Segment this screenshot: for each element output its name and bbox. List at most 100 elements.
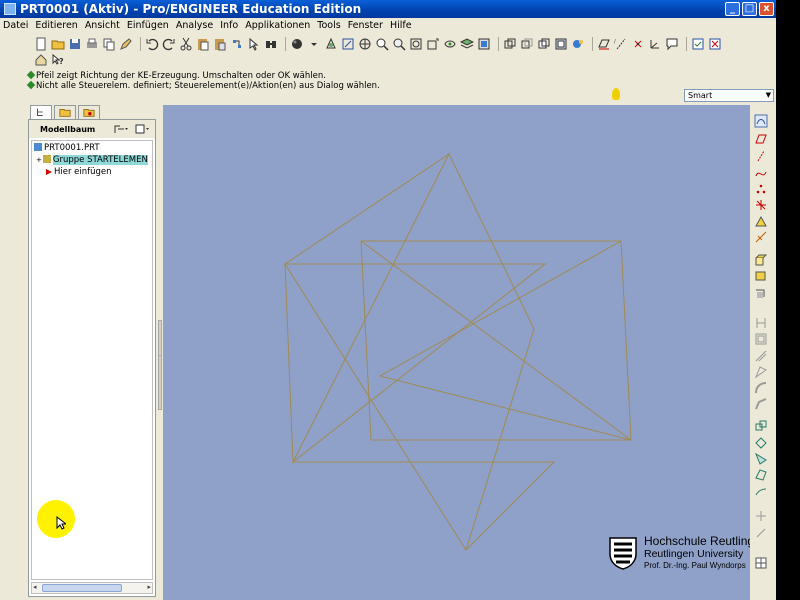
revolve-icon[interactable] <box>754 268 768 282</box>
datum-curve-icon[interactable] <box>754 229 768 243</box>
print-icon[interactable] <box>85 37 99 51</box>
scroll-left-icon[interactable]: ◂ <box>33 583 37 591</box>
close-window-icon[interactable] <box>708 37 722 51</box>
reorient-icon[interactable] <box>426 37 440 51</box>
spin-icon[interactable] <box>324 37 338 51</box>
shell-icon[interactable] <box>754 331 768 345</box>
zoom-window-icon[interactable] <box>341 37 355 51</box>
scroll-right-icon[interactable]: ▸ <box>147 583 151 591</box>
tab-model-tree[interactable] <box>30 105 52 120</box>
round-icon[interactable] <box>754 380 768 394</box>
sweep-icon[interactable] <box>754 285 768 299</box>
select-icon[interactable] <box>247 37 261 51</box>
triangle-up-sketch[interactable] <box>284 152 451 464</box>
tree-item-group[interactable]: + Gruppe STARTELEMEN <box>36 154 148 166</box>
menu-tools[interactable]: Tools <box>314 20 344 31</box>
house-icon[interactable] <box>34 53 48 67</box>
extrude-icon[interactable] <box>754 252 768 266</box>
grid-icon[interactable] <box>754 555 768 569</box>
expand-plus-icon[interactable]: + <box>36 156 42 164</box>
tree-show-icon[interactable] <box>135 123 151 135</box>
find-icon[interactable] <box>264 37 278 51</box>
merge-icon[interactable] <box>754 435 768 449</box>
paste-icon[interactable] <box>196 37 210 51</box>
paste-special-icon[interactable] <box>213 37 227 51</box>
tree-item-insert-here[interactable]: Hier einfügen <box>46 166 112 178</box>
menu-datei[interactable]: Datei <box>0 20 32 31</box>
sketch-triangle-b[interactable] <box>285 263 556 551</box>
menu-info[interactable]: Info <box>217 20 242 31</box>
menu-ansicht[interactable]: Ansicht <box>82 20 124 31</box>
tab-folder-browser[interactable] <box>54 105 76 120</box>
zoom-in-icon[interactable] <box>375 37 389 51</box>
wireframe-icon[interactable] <box>503 37 517 51</box>
chamfer-icon[interactable] <box>754 396 768 410</box>
sketch-icon[interactable] <box>754 113 768 128</box>
shading-icon[interactable] <box>290 37 304 51</box>
view-icon[interactable] <box>443 37 457 51</box>
layers-icon[interactable] <box>460 37 474 51</box>
title-bar[interactable]: PRT0001 (Aktiv) - Pro/ENGINEER Education… <box>0 0 776 18</box>
hidden-line-icon[interactable] <box>520 37 534 51</box>
help-context-icon[interactable]: ? <box>51 53 65 67</box>
annotation-icon[interactable] <box>665 37 679 51</box>
graphics-area[interactable]: Hochschule Reutlingen Reutlingen Univers… <box>163 105 767 600</box>
menu-applikationen[interactable]: Applikationen <box>242 20 314 31</box>
curve-icon[interactable] <box>754 165 768 179</box>
trim-icon[interactable] <box>754 451 768 465</box>
redo-icon[interactable] <box>162 37 176 51</box>
dropdown-arrow-icon[interactable]: ▼ <box>766 90 771 101</box>
point-icon[interactable] <box>754 181 768 195</box>
datum-point-icon[interactable] <box>631 37 645 51</box>
no-hidden-icon[interactable] <box>537 37 551 51</box>
window-activate-icon[interactable] <box>691 37 705 51</box>
dropdown-icon[interactable] <box>307 37 321 51</box>
shaded-icon[interactable] <box>554 37 568 51</box>
tree-item-part[interactable]: PRT0001.PRT <box>34 142 100 154</box>
menu-einfuegen[interactable]: Einfügen <box>124 20 173 31</box>
pattern-icon[interactable] <box>754 508 768 522</box>
minimize-button[interactable]: _ <box>725 2 740 16</box>
close-button[interactable]: x <box>759 2 774 16</box>
copy-icon[interactable] <box>102 37 116 51</box>
menu-editieren[interactable]: Editieren <box>32 20 81 31</box>
save-icon[interactable] <box>68 37 82 51</box>
lightbulb-icon[interactable] <box>612 88 620 100</box>
menu-hilfe[interactable]: Hilfe <box>387 20 416 31</box>
tree-settings-icon[interactable] <box>113 123 129 135</box>
new-icon[interactable] <box>34 37 48 51</box>
open-icon[interactable] <box>51 37 65 51</box>
sketch-triangle-d[interactable] <box>360 240 632 441</box>
selection-filter-dropdown[interactable]: Smart ▼ <box>684 89 774 102</box>
rib-icon[interactable] <box>754 348 768 362</box>
csys-icon[interactable] <box>754 197 768 211</box>
sketch-triangle-a[interactable] <box>284 153 535 552</box>
refit-icon[interactable] <box>409 37 423 51</box>
axis-icon[interactable] <box>754 148 768 162</box>
draft-icon[interactable] <box>754 364 768 379</box>
mirror-icon[interactable] <box>754 418 768 432</box>
tree-horizontal-scrollbar[interactable]: ◂ ▸ <box>31 582 153 594</box>
undo-icon[interactable] <box>145 37 159 51</box>
tab-favorites[interactable] <box>78 105 100 120</box>
zoom-out-icon[interactable] <box>392 37 406 51</box>
datum-plane-icon[interactable] <box>597 37 611 51</box>
cut-icon[interactable] <box>179 37 193 51</box>
model-display-icon[interactable] <box>477 37 491 51</box>
csys-icon[interactable] <box>648 37 662 51</box>
edit-icon[interactable] <box>119 37 133 51</box>
hole-icon[interactable] <box>754 315 768 329</box>
analysis-icon[interactable] <box>754 213 768 227</box>
splitter-grip[interactable] <box>158 355 162 410</box>
panel-splitter[interactable] <box>156 105 163 600</box>
maximize-button[interactable]: □ <box>742 2 757 16</box>
offset-icon[interactable] <box>754 467 768 481</box>
regenerate-icon[interactable] <box>230 37 244 51</box>
copy-feature-icon[interactable] <box>754 525 768 539</box>
saved-views-icon[interactable] <box>571 37 585 51</box>
sketch-canvas[interactable] <box>163 105 750 600</box>
orient-icon[interactable] <box>358 37 372 51</box>
extend-icon[interactable] <box>754 484 768 498</box>
menu-analyse[interactable]: Analyse <box>173 20 217 31</box>
datum-axis-icon[interactable]: / <box>614 37 628 51</box>
